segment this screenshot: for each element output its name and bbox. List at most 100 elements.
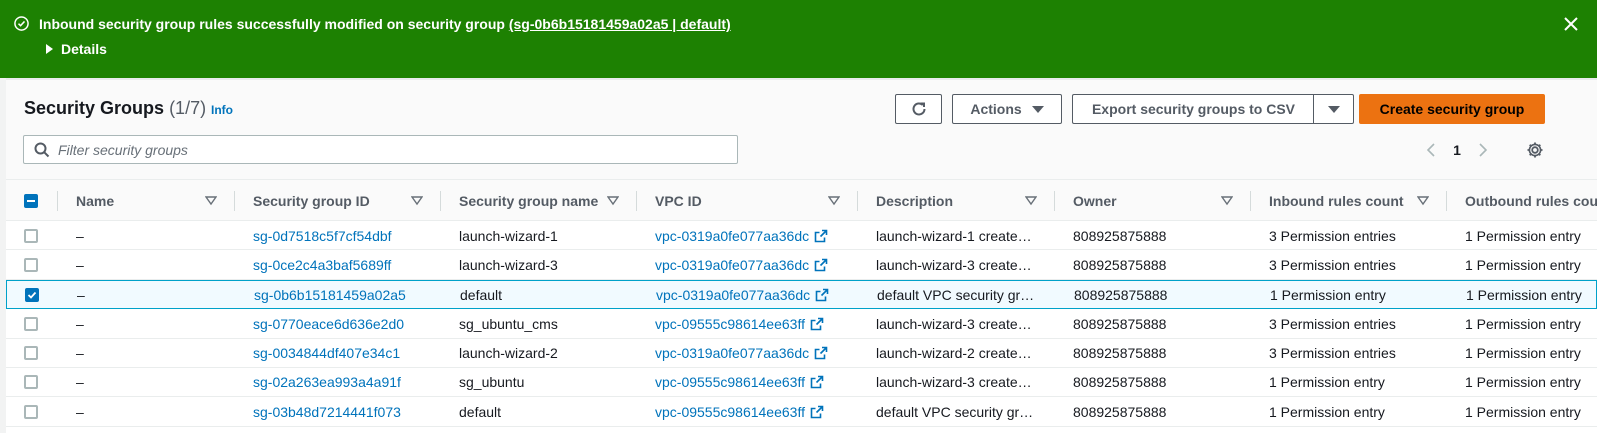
table-row[interactable]: – sg-02a263ea993a4a91f sg_ubuntu vpc-09555c…	[6, 368, 1597, 398]
cell-vpc-id: vpc-09555c98614ee63ff	[655, 309, 855, 338]
column-label: Name	[76, 192, 115, 209]
table-row[interactable]: – sg-0b6b15181459a02a5 default vpc-0319a0fe…	[6, 279, 1597, 310]
table-row[interactable]: – sg-0034844df407e34c1 launch-wizard-2 vpc-…	[6, 339, 1597, 368]
cell-sg-name: launch-wizard-1	[459, 227, 558, 244]
row-select-cell	[24, 339, 54, 368]
cell-sg-name: default	[459, 403, 502, 420]
cell-sg-id-link[interactable]: sg-03b48d7214441f073	[253, 397, 433, 426]
column-header-description[interactable]: Description	[858, 180, 1055, 221]
row-checkbox[interactable]	[24, 375, 38, 390]
cell-outbound-count: 1 Permission entry	[1465, 403, 1581, 420]
table-row[interactable]: – sg-0770eace6d636e2d0 sg_ubuntu_cms vpc-09…	[6, 309, 1597, 339]
cell-name: –	[77, 287, 85, 304]
cell-description: default VPC security group	[877, 281, 1037, 310]
prev-page-button[interactable]	[1420, 139, 1442, 161]
vpc-id-link[interactable]: vpc-09555c98614ee63ff	[655, 374, 805, 390]
pagination: 1	[1420, 138, 1494, 162]
row-select-cell	[24, 397, 54, 426]
cell-owner: 808925875888	[1073, 345, 1167, 362]
flash-message-text: Inbound security group rules successfull…	[39, 16, 509, 32]
row-checkbox[interactable]	[24, 228, 38, 243]
caret-right-icon	[46, 44, 53, 54]
gear-icon	[1527, 142, 1543, 158]
export-csv-button[interactable]: Export security groups to CSV	[1072, 94, 1314, 124]
cell-name: –	[76, 374, 84, 391]
column-label: Security group ID	[253, 192, 370, 209]
search-box[interactable]	[23, 135, 738, 164]
column-label: Inbound rules count	[1269, 192, 1404, 209]
row-checkbox[interactable]	[24, 404, 38, 419]
refresh-button[interactable]	[895, 94, 942, 124]
sort-icon	[205, 196, 217, 206]
cell-outbound-count: 1 Permission entry	[1465, 345, 1581, 362]
success-check-icon	[14, 16, 29, 31]
column-header-outbound[interactable]: Outbound rules count	[1447, 180, 1597, 221]
chevron-right-icon	[1479, 143, 1488, 157]
vpc-id-link[interactable]: vpc-0319a0fe077aa36dc	[655, 345, 809, 361]
external-link-icon	[815, 288, 829, 302]
close-icon[interactable]	[1562, 15, 1580, 33]
cell-vpc-id: vpc-0319a0fe077aa36dc	[655, 221, 855, 250]
cell-vpc-id: vpc-0319a0fe077aa36dc	[655, 339, 855, 368]
column-header-sg-name[interactable]: Security group name	[441, 180, 637, 221]
row-checkbox[interactable]	[24, 316, 38, 331]
cell-inbound-count: 3 Permission entries	[1269, 315, 1396, 332]
cell-description: launch-wizard-3 created 2025-01-20T09:42…	[876, 368, 1036, 397]
cell-inbound-count: 1 Permission entry	[1269, 403, 1385, 420]
table-row[interactable]: – sg-03b48d7214441f073 default vpc-09555c98…	[6, 397, 1597, 427]
next-page-button[interactable]	[1472, 139, 1494, 161]
vpc-id-link[interactable]: vpc-09555c98614ee63ff	[655, 316, 805, 332]
column-header-sg-id[interactable]: Security group ID	[235, 180, 441, 221]
cell-sg-name: launch-wizard-2	[459, 345, 558, 362]
sort-icon	[1221, 196, 1233, 206]
cell-description: launch-wizard-2 created 2025-01-20T09:42…	[876, 339, 1036, 368]
row-checkbox[interactable]	[25, 288, 39, 303]
column-label: Owner	[1073, 192, 1117, 209]
security-groups-panel: Security Groups (1/7) Info Actions Expor…	[6, 78, 1597, 433]
cell-name: –	[76, 403, 84, 420]
table-row[interactable]: – sg-0ce2c4a3baf5689ff launch-wizard-3 vpc-…	[6, 250, 1597, 280]
cell-vpc-id: vpc-09555c98614ee63ff	[655, 368, 855, 397]
row-checkbox[interactable]	[24, 257, 38, 272]
vpc-id-link[interactable]: vpc-0319a0fe077aa36dc	[655, 228, 809, 244]
cell-sg-id-link[interactable]: sg-02a263ea993a4a91f	[253, 368, 433, 397]
table-preferences-button[interactable]	[1523, 138, 1547, 162]
sort-icon	[1417, 196, 1429, 206]
cell-description: launch-wizard-3 created 2025-01-20T09:42…	[876, 250, 1036, 279]
column-header-name[interactable]: Name	[58, 180, 235, 221]
vpc-id-link[interactable]: vpc-09555c98614ee63ff	[655, 404, 805, 420]
sort-icon	[607, 196, 619, 206]
actions-button[interactable]: Actions	[952, 94, 1062, 124]
cell-sg-id-link[interactable]: sg-0b6b15181459a02a5	[254, 281, 434, 310]
column-label: Description	[876, 192, 954, 209]
cell-inbound-count: 3 Permission entries	[1269, 256, 1396, 273]
vpc-id-link[interactable]: vpc-0319a0fe077aa36dc	[655, 257, 809, 273]
column-header-vpc-id[interactable]: VPC ID	[637, 180, 858, 221]
cell-sg-id-link[interactable]: sg-0d7518c5f7cf54dbf	[253, 221, 433, 250]
page-number[interactable]: 1	[1442, 142, 1472, 158]
info-link[interactable]: Info	[211, 103, 233, 117]
row-checkbox[interactable]	[24, 346, 38, 361]
cell-sg-id-link[interactable]: sg-0ce2c4a3baf5689ff	[253, 250, 433, 279]
cell-sg-id-link[interactable]: sg-0770eace6d636e2d0	[253, 309, 433, 338]
cell-sg-id-link[interactable]: sg-0034844df407e34c1	[253, 339, 433, 368]
column-header-inbound[interactable]: Inbound rules count	[1251, 180, 1447, 221]
description-text: launch-wizard-3 created 2025-01-20T09:42…	[876, 374, 1036, 391]
search-input[interactable]	[58, 141, 718, 158]
column-header-owner[interactable]: Owner	[1055, 180, 1251, 221]
title-text: Security Groups	[24, 98, 165, 118]
select-all-checkbox[interactable]	[24, 193, 38, 208]
export-label: Export security groups to CSV	[1091, 101, 1296, 117]
export-dropdown-button[interactable]	[1313, 94, 1354, 124]
table-row[interactable]: – sg-0d7518c5f7cf54dbf launch-wizard-1 vpc-…	[6, 221, 1597, 251]
create-security-group-button[interactable]: Create security group	[1359, 94, 1545, 124]
flash-details-toggle[interactable]: Details	[46, 41, 107, 57]
actions-label: Actions	[970, 101, 1022, 117]
cell-inbound-count: 3 Permission entries	[1269, 345, 1396, 362]
external-link-icon	[810, 376, 824, 389]
vpc-id-link[interactable]: vpc-0319a0fe077aa36dc	[656, 287, 810, 303]
cell-owner: 808925875888	[1073, 374, 1167, 391]
flash-sg-link[interactable]: (sg-0b6b15181459a02a5 | default)	[509, 16, 731, 32]
cell-sg-name: default	[460, 287, 503, 304]
external-link-icon	[810, 317, 824, 330]
